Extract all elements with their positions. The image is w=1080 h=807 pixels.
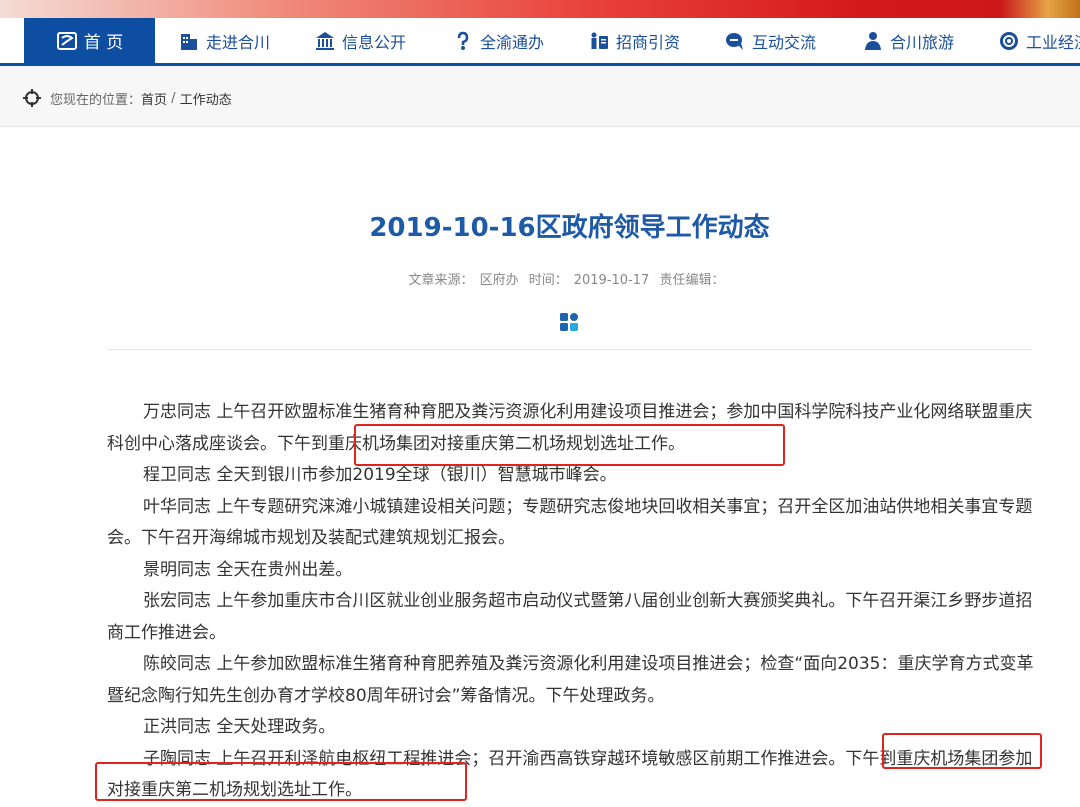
nav-label: 全渝通办 xyxy=(480,32,545,52)
industry-icon xyxy=(1000,31,1018,50)
investment-icon xyxy=(591,32,608,49)
nav-about[interactable]: 走进合川 xyxy=(178,18,270,63)
article-body: 万忠同志 上午召开欧盟标准生猪育种育肥及粪污资源化利用建设项目推进会；参加中国科… xyxy=(107,397,1035,807)
nav-label: 工业经济 xyxy=(1026,32,1080,52)
paragraph: 陈皎同志 上午参加欧盟标准生猪育种育肥养殖及粪污资源化利用建设项目推进会；检查“… xyxy=(107,654,1034,706)
building-icon xyxy=(181,33,197,50)
source-value: 区府办 xyxy=(479,273,519,288)
nav-home[interactable]: 首 页 xyxy=(24,18,155,63)
nav-investment[interactable]: 招商引资 xyxy=(588,18,680,63)
nav-industry[interactable]: 工业经济 xyxy=(998,18,1080,63)
time-value: 2019-10-17 xyxy=(573,273,650,288)
paragraph: 子陶同志 上午召开利泽航电枢纽工程推进会；召开渝西高铁穿越环境敏感区前期工作推进… xyxy=(107,748,1033,801)
service-icon xyxy=(457,31,469,50)
banner-decoration xyxy=(1000,0,1080,18)
breadcrumb-prefix: 您现在的位置： xyxy=(50,92,142,108)
nav-info[interactable]: 信息公开 xyxy=(314,18,406,63)
nav-label: 首 页 xyxy=(83,33,124,53)
paragraph: 张宏同志 上午参加重庆市合川区就业创业服务超市启动仪式暨第八届创业创新大赛颁奖典… xyxy=(107,591,1033,643)
paragraph: 正洪同志 全天处理政务。 xyxy=(143,717,336,737)
home-icon xyxy=(56,31,77,50)
article-meta: 文章来源： 区府办 时间： 2019-10-17 责任编辑： xyxy=(22,269,1080,288)
paragraph: 程卫同志 全天到银川市参加2019全球（银川）智慧城市峰会。 xyxy=(143,465,617,485)
time-label: 时间： xyxy=(528,273,568,288)
nav-label: 走进合川 xyxy=(206,32,271,52)
paragraph: 叶华同志 上午专题研究涞滩小城镇建设相关问题；专题研究志俊地块回收相关事宜；召开… xyxy=(107,496,1033,549)
main-nav: 首 页 走进合川 信息公开 全渝通办 招商引资 互动交流 合川旅游 工业经济 xyxy=(0,18,1080,66)
breadcrumb-current[interactable]: 工作动态 xyxy=(180,89,232,108)
nav-label: 合川旅游 xyxy=(890,32,955,52)
nav-label: 信息公开 xyxy=(342,32,407,52)
nav-service[interactable]: 全渝通办 xyxy=(452,18,544,63)
article-container: 2019-10-16区政府领导工作动态 文章来源： 区府办 时间： 2019-10-… xyxy=(22,127,1080,800)
breadcrumb-home-link[interactable]: 首页 xyxy=(141,89,167,108)
nav-label: 招商引资 xyxy=(616,32,681,52)
nav-tourism[interactable]: 合川旅游 xyxy=(862,18,954,63)
paragraph: 万忠同志 上午召开欧盟标准生猪育种育肥及粪污资源化利用建设项目推进会；参加中国科… xyxy=(107,402,1033,454)
breadcrumb-separator: / xyxy=(167,90,180,106)
article-title: 2019-10-16区政府领导工作动态 xyxy=(369,213,770,243)
divider xyxy=(107,349,1033,350)
top-banner-strip xyxy=(0,0,1080,18)
share-icon[interactable] xyxy=(560,313,578,331)
chat-icon xyxy=(726,32,743,50)
government-icon xyxy=(316,31,334,50)
location-icon xyxy=(23,89,41,107)
source-label: 文章来源： xyxy=(408,273,474,288)
breadcrumb: 您现在的位置： 首页 / 工作动态 xyxy=(0,66,1080,127)
editor-label: 责任编辑： xyxy=(659,273,725,288)
nav-interaction[interactable]: 互动交流 xyxy=(724,18,816,63)
nav-label: 互动交流 xyxy=(752,32,817,52)
tourism-icon xyxy=(865,31,881,50)
paragraph: 景明同志 全天在贵州出差。 xyxy=(143,559,353,580)
